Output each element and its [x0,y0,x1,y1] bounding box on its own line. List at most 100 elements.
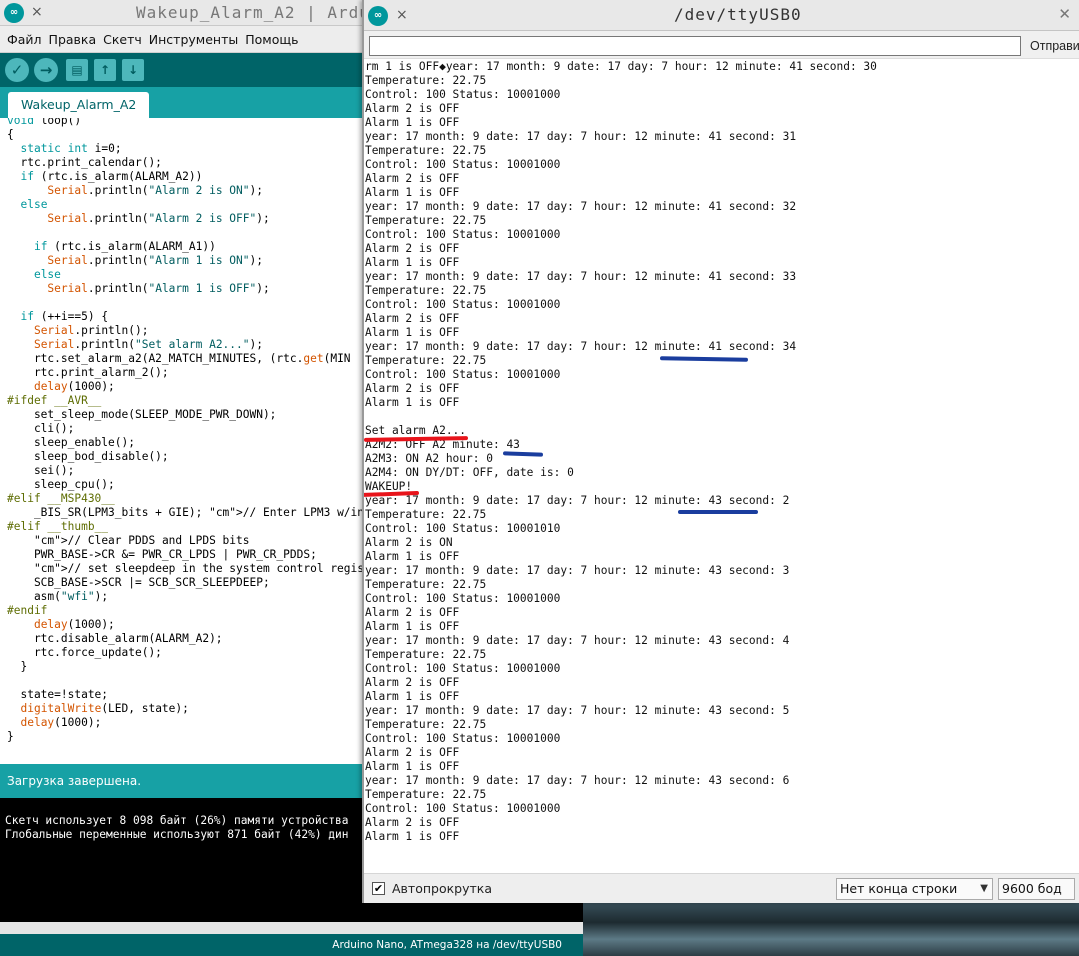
serial-title: /dev/ttyUSB0 [674,5,802,24]
menu-tools[interactable]: Инструменты [149,32,238,47]
line-ending-value: Нет конца строки [840,881,958,896]
code-line: sleep_bod_disable(); [33,450,169,463]
code-line: #ifdef __AVR__ [7,394,102,407]
code-line: cli(); [33,422,75,435]
serial-line: Set alarm A2... [365,424,467,437]
serial-line: Alarm 2 is OFF [365,746,460,759]
serial-line: Control: 100 Status: 10001000 [365,662,561,675]
serial-line: Temperature: 22.75 [365,578,487,591]
menu-edit[interactable]: Правка [49,32,97,47]
serial-line: Alarm 2 is OFF [365,312,460,325]
serial-line: A2M4: ON DY/DT: OFF, date is: 0 [365,466,574,479]
serial-line: year: 17 month: 9 date: 17 day: 7 hour: … [365,564,790,577]
serial-line: Temperature: 22.75 [365,284,487,297]
code-line: digitalWrite(LED, state); [20,702,189,715]
code-line: if (rtc.is_alarm(ALARM_A1)) [33,240,216,253]
serial-line: Alarm 2 is OFF [365,102,460,115]
console-line: Скетч использует 8 098 байт (26%) памяти… [5,814,349,827]
serial-line: Control: 100 Status: 10001000 [365,368,561,381]
serial-line: rm 1 is OFF◆year: 17 month: 9 date: 17 d… [365,60,877,73]
code-line: rtc.print_alarm_2(); [33,366,169,379]
upload-icon[interactable]: → [34,58,58,82]
close-icon[interactable]: × [396,7,408,23]
code-line: #elif __MSP430__ [7,492,115,505]
serial-line: year: 17 month: 9 date: 17 day: 7 hour: … [365,340,797,353]
code-line: SCB_BASE->SCR |= SCB_SCR_SLEEPDEEP; [33,576,270,589]
code-line: Serial.println("Alarm 2 is ON"); [47,184,263,197]
horizontal-scrollbar[interactable] [0,922,583,934]
arduino-logo-icon: ∞ [368,6,388,26]
serial-line: Temperature: 22.75 [365,144,487,157]
tab-sketch[interactable]: Wakeup_Alarm_A2 [8,92,150,118]
serial-line: year: 17 month: 9 date: 17 day: 7 hour: … [365,130,797,143]
code-line: else [20,198,48,211]
serial-line: Control: 100 Status: 10001000 [365,802,561,815]
serial-line: Alarm 2 is OFF [365,816,460,829]
code-line: "cm">// Clear PDDS and LPDS bits [33,534,250,547]
open-icon[interactable]: ↑ [94,59,116,81]
code-line: if (++i==5) { [20,310,109,323]
send-button[interactable]: Отправить [1028,35,1079,57]
code-line: delay(1000); [20,716,102,729]
autoscroll-checkbox[interactable]: ✔ [372,882,385,895]
serial-line: Temperature: 22.75 [365,718,487,731]
serial-line: year: 17 month: 9 date: 17 day: 7 hour: … [365,494,790,507]
verify-icon[interactable]: ✓ [5,58,29,82]
code-line: "cm">// set sleepdeep in the system cont… [33,562,385,575]
code-line: delay(1000); [33,380,115,393]
code-line: state=!state; [20,688,109,701]
window-close-icon[interactable]: ✕ [1058,5,1071,23]
serial-line: A2M3: ON A2 hour: 0 [365,452,493,465]
baud-rate-value: 9600 бод [1002,881,1062,896]
baud-rate-select[interactable]: 9600 бод [998,878,1075,900]
serial-line: Alarm 1 is OFF [365,690,460,703]
serial-output-text: rm 1 is OFF◆year: 17 month: 9 date: 17 d… [365,60,877,844]
save-icon[interactable]: ↓ [122,59,144,81]
serial-line: Temperature: 22.75 [365,354,487,367]
console-line: Глобальные переменные используют 871 бай… [5,828,349,841]
menu-sketch[interactable]: Скетч [103,32,142,47]
serial-line: Alarm 1 is OFF [365,326,460,339]
line-ending-select[interactable]: Нет конца строки ▼ [836,878,993,900]
serial-line: Alarm 1 is OFF [365,760,460,773]
menu-file[interactable]: Файл [7,32,42,47]
desktop-background [583,900,1079,956]
serial-line: Alarm 2 is OFF [365,606,460,619]
serial-line: Temperature: 22.75 [365,74,487,87]
code-line: { [7,128,14,141]
serial-line: Alarm 1 is OFF [365,186,460,199]
serial-line: Temperature: 22.75 [365,214,487,227]
menu-help[interactable]: Помощь [245,32,298,47]
serial-output[interactable]: rm 1 is OFF◆year: 17 month: 9 date: 17 d… [364,59,1079,873]
code-line: rtc.force_update(); [33,646,162,659]
serial-monitor-window: ∞ × /dev/ttyUSB0 ✕ Отправить rm 1 is OFF… [362,0,1079,903]
code-line: rtc.set_alarm_a2(A2_MATCH_MINUTES, (rtc.… [7,352,351,365]
serial-line: Alarm 1 is OFF [365,550,460,563]
close-icon[interactable]: × [31,4,43,20]
code-line: static int i=0; [20,142,122,155]
serial-line: Control: 100 Status: 10001000 [365,298,561,311]
code-line: Serial.println("Set alarm A2..."); [33,338,263,351]
serial-line: Alarm 2 is OFF [365,382,460,395]
serial-line: Temperature: 22.75 [365,788,487,801]
code-line: Serial.println("Alarm 2 is OFF"); [47,212,270,225]
serial-line: Alarm 1 is OFF [365,830,460,843]
serial-line: year: 17 month: 9 date: 17 day: 7 hour: … [365,270,797,283]
send-row: Отправить [364,31,1079,59]
annotation-blue-underline [678,510,758,514]
code-line: #endif [7,604,48,617]
new-icon[interactable]: ▤ [66,59,88,81]
serial-line: Control: 100 Status: 10001000 [365,592,561,605]
autoscroll-label: Автопрокрутка [392,881,492,896]
serial-line: Alarm 1 is OFF [365,256,460,269]
serial-line: year: 17 month: 9 date: 17 day: 7 hour: … [365,774,790,787]
serial-line: Control: 100 Status: 10001000 [365,228,561,241]
code-line: void loop() [7,118,82,127]
serial-line: Alarm 2 is OFF [365,676,460,689]
serial-line: year: 17 month: 9 date: 17 day: 7 hour: … [365,634,790,647]
serial-input[interactable] [369,36,1021,56]
serial-line: Alarm 2 is ON [365,536,453,549]
code-line: PWR_BASE->CR &= PWR_CR_LPDS | PWR_CR_PDD… [33,548,317,561]
serial-titlebar[interactable]: ∞ × /dev/ttyUSB0 ✕ [364,0,1079,31]
serial-line: Control: 100 Status: 10001010 [365,522,561,535]
